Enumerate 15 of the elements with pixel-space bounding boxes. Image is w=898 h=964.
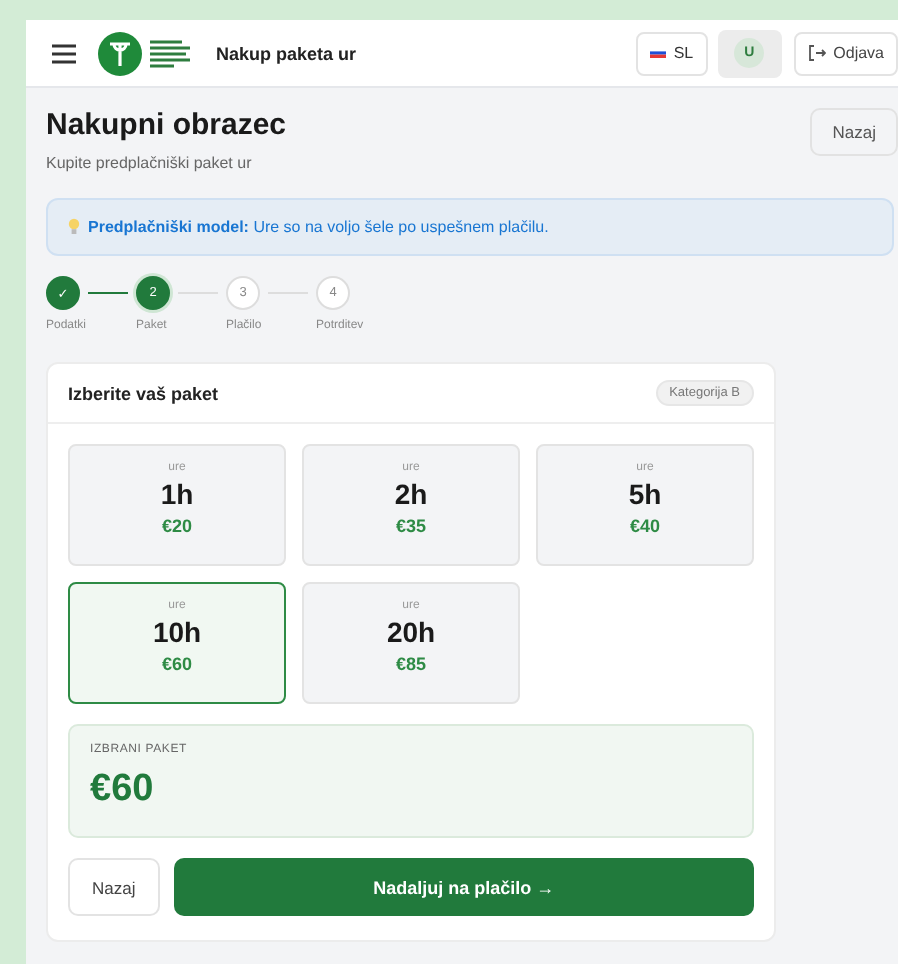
page-subtitle: Kupite predplačniški paket ur [46, 154, 254, 172]
summary-price: €60 [90, 768, 156, 812]
lightbulb-icon [68, 218, 80, 236]
logout-button[interactable]: Odjava [793, 31, 898, 75]
card-title: Izberite vaš paket [68, 383, 219, 403]
flag-icon [649, 48, 666, 58]
menu-icon[interactable] [52, 43, 76, 63]
back-button[interactable]: Nazaj [810, 108, 898, 156]
app-title: Nakup paketa ur [216, 43, 357, 63]
info-text: Predplačniški model: Ure so na voljo šele po uspešnem plačilu. [88, 218, 549, 236]
logout-icon [807, 44, 826, 62]
page-title: Nakupni obrazec [46, 108, 287, 142]
continue-button[interactable]: Nadaljuj na plačilo → [173, 858, 754, 916]
language-button[interactable]: SL [635, 31, 708, 75]
back-button[interactable]: Nazaj [68, 858, 160, 916]
